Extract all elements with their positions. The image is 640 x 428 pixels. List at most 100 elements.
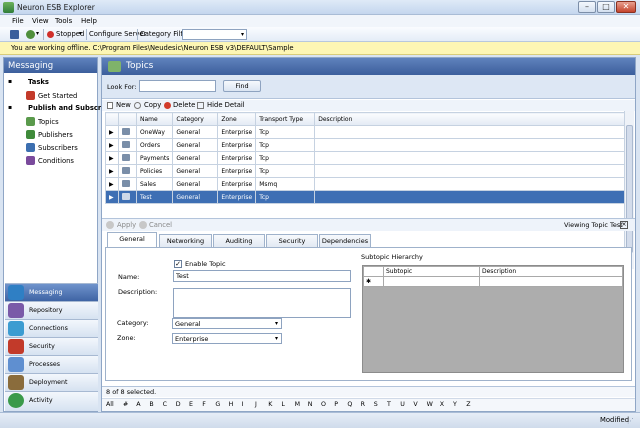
- expand-icon[interactable]: ▪: [8, 104, 12, 111]
- menu-help[interactable]: Help: [81, 17, 97, 25]
- alpha-filter-g[interactable]: G: [215, 401, 220, 408]
- alpha-filter-v[interactable]: V: [413, 401, 417, 408]
- alpha-filter-i[interactable]: I: [242, 401, 244, 408]
- alpha-filter-d[interactable]: D: [176, 401, 181, 408]
- description-field[interactable]: [173, 288, 351, 318]
- close-detail-icon[interactable]: ×: [620, 221, 628, 229]
- nav-messaging[interactable]: Messaging: [5, 283, 98, 301]
- alpha-filter-m[interactable]: M: [295, 401, 300, 408]
- alpha-filter-hash[interactable]: #: [123, 401, 128, 408]
- name-field[interactable]: [173, 270, 351, 282]
- row-expander-icon[interactable]: ▶: [105, 125, 119, 139]
- menu-file[interactable]: File: [12, 17, 24, 25]
- alpha-filter-c[interactable]: C: [163, 401, 167, 408]
- column-header-name[interactable]: Name: [135, 112, 174, 126]
- alpha-filter-t[interactable]: T: [387, 401, 391, 408]
- category-dropdown[interactable]: General ▾: [172, 318, 282, 329]
- offline-info-bar: You are working offline. C:\Program File…: [0, 42, 640, 55]
- alpha-filter-all[interactable]: All: [106, 401, 114, 408]
- grid-toolbar: New Copy Delete Hide Detail: [102, 100, 635, 111]
- column-header-subtopic[interactable]: Subtopic: [383, 266, 480, 277]
- nav-activity[interactable]: Activity: [5, 391, 98, 411]
- table-row-selected[interactable]: ▶ Test General Enterprise Tcp: [105, 190, 627, 204]
- alpha-filter-e[interactable]: E: [189, 401, 193, 408]
- subtopic-new-row[interactable]: ✱: [363, 276, 623, 287]
- tab-dependencies[interactable]: Dependencies: [319, 234, 371, 247]
- viewing-topic-label: Viewing Topic Test: [564, 221, 623, 229]
- alpha-filter-n[interactable]: N: [308, 401, 313, 408]
- alpha-filter-p[interactable]: P: [334, 401, 338, 408]
- alpha-filter-u[interactable]: U: [400, 401, 405, 408]
- menu-tools[interactable]: Tools: [55, 17, 72, 25]
- row-expander-icon[interactable]: ▶: [105, 190, 119, 204]
- nav-deployment[interactable]: Deployment: [5, 373, 98, 391]
- cell-category: General: [172, 164, 219, 178]
- minimize-button[interactable]: –: [578, 1, 596, 13]
- enable-topic-checkbox[interactable]: ✓: [174, 260, 182, 268]
- cancel-icon: [139, 221, 147, 229]
- category-filter-select[interactable]: ▾: [182, 29, 247, 40]
- alpha-filter-y[interactable]: Y: [453, 401, 457, 408]
- column-header-subtopic-description[interactable]: Description: [479, 266, 623, 277]
- expand-icon[interactable]: ▪: [8, 78, 12, 85]
- zone-dropdown[interactable]: Enterprise ▾: [172, 333, 282, 344]
- alpha-filter-k[interactable]: K: [268, 401, 272, 408]
- scrollbar-thumb[interactable]: [626, 125, 633, 253]
- column-header-transport-type[interactable]: Transport Type: [255, 112, 316, 126]
- row-expander-icon[interactable]: ▶: [105, 177, 119, 191]
- nav-label: Processes: [29, 361, 61, 368]
- column-header-category[interactable]: Category: [172, 112, 219, 126]
- resize-grip-icon[interactable]: ⋰: [627, 417, 634, 425]
- save-icon[interactable]: [10, 30, 19, 39]
- alpha-filter-w[interactable]: W: [427, 401, 433, 408]
- column-header-zone[interactable]: Zone: [217, 112, 257, 126]
- alpha-filter-b[interactable]: B: [149, 401, 153, 408]
- deployment-icon: [8, 375, 24, 390]
- table-row[interactable]: ▶ OneWay General Enterprise Tcp: [105, 125, 627, 139]
- cell-subtopic-description[interactable]: [479, 276, 623, 287]
- table-row[interactable]: ▶ Orders General Enterprise Tcp: [105, 138, 627, 152]
- connect-icon[interactable]: [26, 30, 35, 39]
- alpha-filter-z[interactable]: Z: [466, 401, 470, 408]
- copy-label: Copy: [144, 101, 162, 109]
- toolbar-separator: [86, 29, 87, 40]
- cancel-button[interactable]: Cancel: [149, 221, 172, 229]
- grid-scrollbar[interactable]: [624, 111, 634, 269]
- nav-repository[interactable]: Repository: [5, 301, 98, 319]
- tab-security[interactable]: Security: [266, 234, 318, 247]
- alpha-filter-h[interactable]: H: [229, 401, 234, 408]
- row-expander-icon[interactable]: ▶: [105, 151, 119, 165]
- table-row[interactable]: ▶ Payments General Enterprise Tcp: [105, 151, 627, 165]
- tab-networking[interactable]: Networking: [159, 234, 212, 247]
- nav-connections[interactable]: Connections: [5, 319, 98, 337]
- status-dropdown-arrow-icon[interactable]: ▾: [79, 30, 82, 37]
- apply-button[interactable]: Apply: [117, 221, 136, 229]
- alpha-filter-q[interactable]: Q: [347, 401, 352, 408]
- alpha-filter-x[interactable]: X: [440, 401, 444, 408]
- look-for-input[interactable]: [139, 80, 216, 92]
- nav-label: Repository: [29, 307, 63, 314]
- alpha-filter-a[interactable]: A: [136, 401, 140, 408]
- table-row[interactable]: ▶ Policies General Enterprise Tcp: [105, 164, 627, 178]
- table-row[interactable]: ▶ Sales General Enterprise Msmq: [105, 177, 627, 191]
- alpha-filter-l[interactable]: L: [281, 401, 285, 408]
- alpha-filter-r[interactable]: R: [361, 401, 365, 408]
- find-button[interactable]: Find: [223, 80, 261, 92]
- tab-auditing[interactable]: Auditing: [213, 234, 265, 247]
- alpha-filter-f[interactable]: F: [202, 401, 206, 408]
- nav-processes[interactable]: Processes: [5, 355, 98, 373]
- row-expander-icon[interactable]: ▶: [105, 164, 119, 178]
- row-expander-icon[interactable]: ▶: [105, 138, 119, 152]
- menu-view[interactable]: View: [32, 17, 49, 25]
- column-header-description[interactable]: Description: [314, 112, 627, 126]
- cell-subtopic[interactable]: [383, 276, 480, 287]
- tab-general[interactable]: General: [107, 232, 157, 247]
- nav-security[interactable]: Security: [5, 337, 98, 355]
- alpha-filter-s[interactable]: S: [374, 401, 378, 408]
- maximize-button[interactable]: □: [597, 1, 615, 13]
- alpha-filter-o[interactable]: O: [321, 401, 326, 408]
- close-button[interactable]: ✕: [616, 1, 636, 13]
- cell-description: [314, 151, 627, 165]
- connect-dropdown-icon[interactable]: ▾: [36, 30, 39, 37]
- alpha-filter-j[interactable]: J: [255, 401, 257, 408]
